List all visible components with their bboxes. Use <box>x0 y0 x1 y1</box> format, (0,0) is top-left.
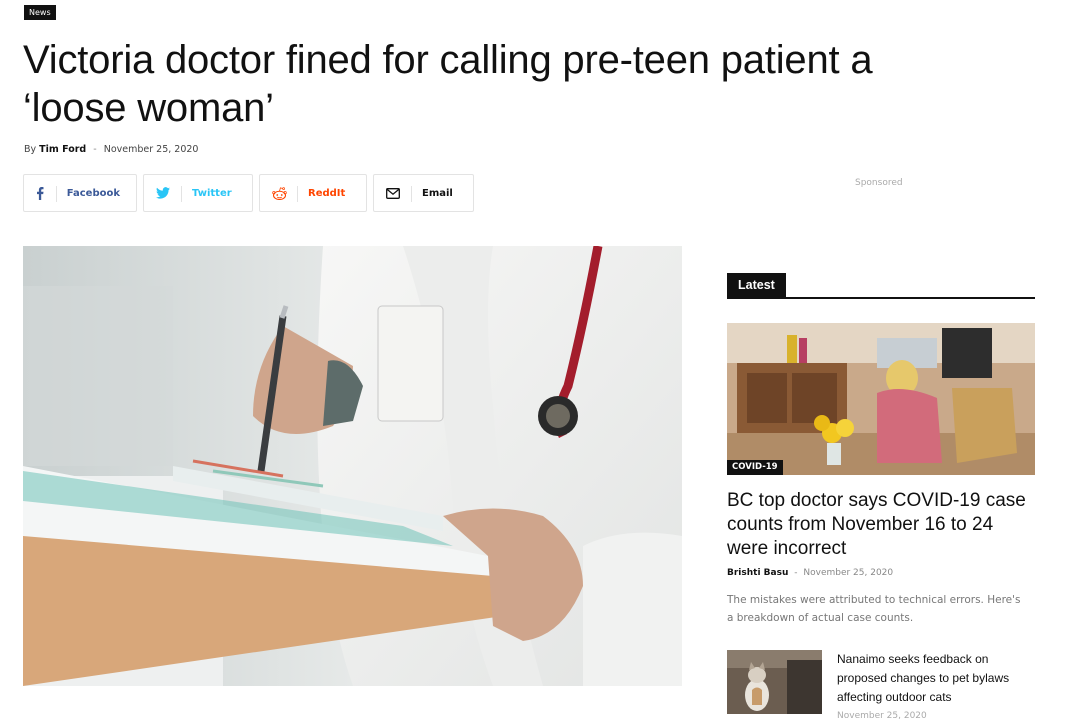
sponsored-label: Sponsored <box>855 178 903 188</box>
feature-date: November 25, 2020 <box>803 568 894 578</box>
feature-author-link[interactable]: Brishti Basu <box>727 568 788 578</box>
reddit-icon <box>260 175 298 211</box>
byline: By Tim Ford - November 25, 2020 <box>24 144 198 155</box>
latest-heading: Latest <box>727 273 786 297</box>
reddit-share-button[interactable]: ReddIt <box>259 174 367 212</box>
sidebar: Latest COVID-19 BC top doctor says COVID… <box>727 273 1035 627</box>
facebook-label: Facebook <box>66 187 120 199</box>
woman-at-desk-photo-icon <box>727 323 1035 475</box>
mini-article-title-link[interactable]: Nanaimo seeks feedback on proposed chang… <box>837 650 1037 707</box>
facebook-icon <box>24 175 57 211</box>
feature-meta: Brishti Basu - November 25, 2020 <box>727 568 1035 578</box>
share-bar: Facebook Twitter ReddIt Email <box>23 174 474 212</box>
feature-excerpt: The mistakes were attributed to technica… <box>727 594 1021 624</box>
reddit-label: ReddIt <box>308 187 346 199</box>
feature-category-tag[interactable]: COVID-19 <box>727 460 783 475</box>
publish-date: November 25, 2020 <box>103 144 199 155</box>
facebook-share-button[interactable]: Facebook <box>23 174 137 212</box>
mini-article-date: November 25, 2020 <box>837 711 927 721</box>
feature-title-link[interactable]: BC top doctor says COVID-19 case counts … <box>727 489 1035 561</box>
twitter-share-button[interactable]: Twitter <box>143 174 253 212</box>
doctor-clipboard-photo-icon <box>23 246 682 686</box>
author-link[interactable]: Tim Ford <box>39 144 86 155</box>
twitter-icon <box>144 175 182 211</box>
cat-photo-icon <box>727 650 822 714</box>
email-share-button[interactable]: Email <box>373 174 474 212</box>
article-title: Victoria doctor fined for calling pre-te… <box>23 38 873 130</box>
latest-header: Latest <box>727 273 1035 299</box>
envelope-icon <box>374 175 412 211</box>
hero-image <box>23 246 682 686</box>
mini-article-thumbnail[interactable] <box>727 650 822 714</box>
category-tag[interactable]: News <box>24 5 56 20</box>
feature-meta-separator: - <box>794 568 798 578</box>
feature-image[interactable]: COVID-19 <box>727 323 1035 475</box>
byline-separator: - <box>93 144 97 155</box>
byline-prefix: By <box>24 144 37 155</box>
twitter-label: Twitter <box>192 187 232 199</box>
email-label: Email <box>422 187 453 199</box>
